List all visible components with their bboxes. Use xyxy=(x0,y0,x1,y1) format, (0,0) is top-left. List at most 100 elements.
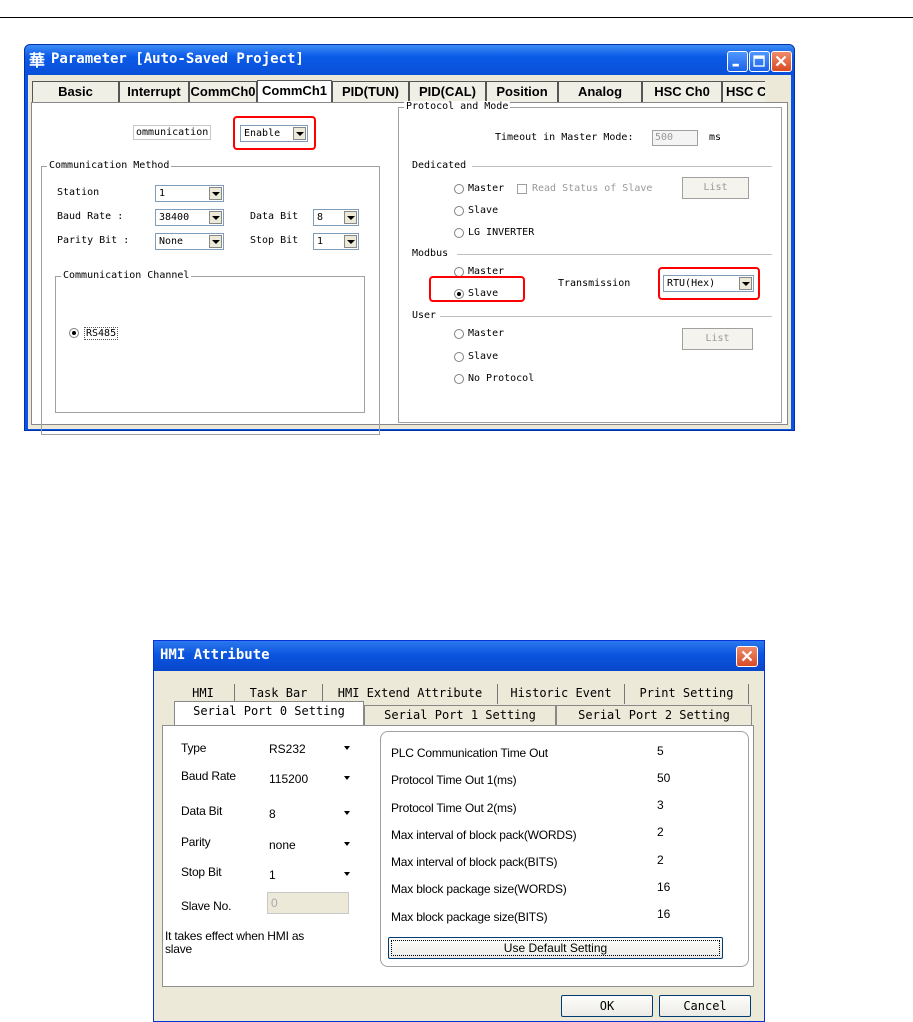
type-select[interactable]: RS232 xyxy=(266,739,352,759)
parameter-window-title: Parameter [Auto-Saved Project] xyxy=(51,51,304,67)
hmi-titlebar[interactable]: HMI Attribute xyxy=(154,641,764,671)
hmi-window-title: HMI Attribute xyxy=(160,647,270,663)
user-label: User xyxy=(412,310,437,321)
read-status-checkbox[interactable] xyxy=(517,184,527,194)
baud-rate-label: Baud Rate xyxy=(181,769,236,783)
stop-bit-label: Stop Bit xyxy=(181,865,222,879)
transmission-label: Transmission xyxy=(558,278,631,289)
setting-label: Max interval of block pack(BITS) xyxy=(391,855,558,869)
baud-rate-select[interactable]: 115200 xyxy=(266,769,352,789)
dropdown-arrow-icon[interactable] xyxy=(344,235,357,248)
note-line-1: It takes effect when HMI as xyxy=(165,929,305,943)
close-button[interactable] xyxy=(736,646,758,667)
baud-rate-select[interactable]: 38400 xyxy=(155,209,224,226)
dropdown-arrow-icon[interactable] xyxy=(344,872,350,876)
parity-bit-label: Parity Bit : xyxy=(57,235,130,246)
setting-value[interactable]: 2 xyxy=(655,850,723,870)
minimize-button[interactable] xyxy=(727,51,748,72)
tab-serial-port-0[interactable]: Serial Port 0 Setting xyxy=(174,701,364,725)
hmi-attribute-window: HMI Attribute HMI Task Bar HMI Extend At… xyxy=(153,640,765,1022)
tab-hsc-ch1[interactable]: HSC C xyxy=(722,81,765,102)
use-default-setting-button[interactable]: Use Default Setting xyxy=(388,937,723,959)
setting-value[interactable]: 2 xyxy=(655,822,723,842)
lg-inverter-label: LG INVERTER xyxy=(468,227,535,238)
parity-bit-select[interactable]: None xyxy=(155,233,224,250)
dropdown-arrow-icon[interactable] xyxy=(344,746,350,750)
dropdown-arrow-icon[interactable] xyxy=(344,211,357,224)
data-bit-select[interactable]: 8 xyxy=(313,209,359,226)
dropdown-arrow-icon[interactable] xyxy=(209,187,222,200)
tab-hsc-ch0[interactable]: HSC Ch0 xyxy=(642,81,722,102)
baud-rate-value: 38400 xyxy=(159,212,190,223)
dedicated-master-label: Master xyxy=(468,183,505,194)
dedicated-list-button[interactable]: List xyxy=(682,177,749,199)
rs485-label: RS485 xyxy=(84,327,119,340)
setting-label: Max interval of block pack(WORDS) xyxy=(391,828,577,842)
communication-channel-title: Communication Channel xyxy=(61,270,192,282)
setting-value[interactable]: 3 xyxy=(655,795,723,815)
focus-rect xyxy=(391,940,720,956)
stop-bit-select[interactable]: 1 xyxy=(266,865,352,885)
dropdown-arrow-icon[interactable] xyxy=(344,842,350,846)
station-value: 1 xyxy=(159,188,166,199)
tab-historic-event[interactable]: Historic Event xyxy=(498,684,625,704)
dedicated-slave-radio[interactable] xyxy=(454,206,464,216)
user-list-button[interactable]: List xyxy=(682,328,753,350)
dropdown-arrow-icon[interactable] xyxy=(344,811,350,815)
tab-serial-port-1[interactable]: Serial Port 1 Setting xyxy=(364,705,556,725)
minimize-icon xyxy=(732,63,739,67)
baud-rate-label: Baud Rate : xyxy=(57,211,124,222)
user-slave-label: Slave xyxy=(468,351,499,362)
close-button[interactable] xyxy=(771,51,792,72)
dropdown-arrow-icon[interactable] xyxy=(209,235,222,248)
user-slave-radio[interactable] xyxy=(454,352,464,362)
slave-no-input[interactable]: 0 xyxy=(267,892,349,914)
tab-analog[interactable]: Analog xyxy=(558,81,642,102)
communication-label: ommunication xyxy=(133,125,212,140)
cancel-button[interactable]: Cancel xyxy=(659,995,751,1017)
tab-print-setting[interactable]: Print Setting xyxy=(625,684,749,704)
user-master-radio[interactable] xyxy=(454,329,464,339)
dropdown-arrow-icon[interactable] xyxy=(209,211,222,224)
highlight-box xyxy=(233,116,316,150)
setting-value[interactable]: 16 xyxy=(655,877,723,897)
slave-no-label: Slave No. xyxy=(181,899,232,913)
setting-value[interactable]: 5 xyxy=(655,741,723,761)
close-icon xyxy=(775,55,787,67)
app-icon: 華 xyxy=(29,51,46,70)
tab-pid-cal[interactable]: PID(CAL) xyxy=(409,81,486,102)
setting-label: Protocol Time Out 1(ms) xyxy=(391,773,517,787)
parameter-titlebar[interactable]: 華 Parameter [Auto-Saved Project] xyxy=(25,45,794,75)
dedicated-label: Dedicated xyxy=(412,160,467,171)
lg-inverter-radio[interactable] xyxy=(454,228,464,238)
stop-bit-value: 1 xyxy=(317,236,324,247)
tab-position[interactable]: Position xyxy=(486,81,558,102)
note-line-2: slave xyxy=(165,942,193,956)
tab-serial-port-2[interactable]: Serial Port 2 Setting xyxy=(556,705,752,725)
rs485-radio[interactable] xyxy=(69,328,79,338)
parity-select[interactable]: none xyxy=(266,835,352,855)
tab-interrupt[interactable]: Interrupt xyxy=(119,81,189,102)
stop-bit-label: Stop Bit xyxy=(250,235,299,246)
dropdown-arrow-icon[interactable] xyxy=(344,776,350,780)
parameter-window: 華 Parameter [Auto-Saved Project] Basic I… xyxy=(24,44,795,435)
dedicated-master-radio[interactable] xyxy=(454,184,464,194)
maximize-button[interactable] xyxy=(749,51,770,72)
station-select[interactable]: 1 xyxy=(155,185,224,202)
commch1-panel: ommunication Enable Communication Method… xyxy=(31,101,788,435)
tab-commch0[interactable]: CommCh0 xyxy=(189,81,257,102)
tab-commch1[interactable]: CommCh1 xyxy=(257,80,332,102)
tab-basic[interactable]: Basic xyxy=(32,81,119,102)
data-bit-select[interactable]: 8 xyxy=(266,804,352,824)
highlight-box xyxy=(429,276,525,302)
no-protocol-radio[interactable] xyxy=(454,374,464,384)
timeout-input[interactable]: 500 xyxy=(652,130,698,146)
data-bit-label: Data Bit xyxy=(250,211,299,222)
dedicated-divider xyxy=(472,166,772,167)
setting-label: Protocol Time Out 2(ms) xyxy=(391,801,517,815)
tab-pid-tun[interactable]: PID(TUN) xyxy=(332,81,409,102)
stop-bit-select[interactable]: 1 xyxy=(313,233,359,250)
setting-value[interactable]: 16 xyxy=(655,904,723,924)
setting-value[interactable]: 50 xyxy=(655,768,723,788)
ok-button[interactable]: OK xyxy=(561,995,653,1017)
